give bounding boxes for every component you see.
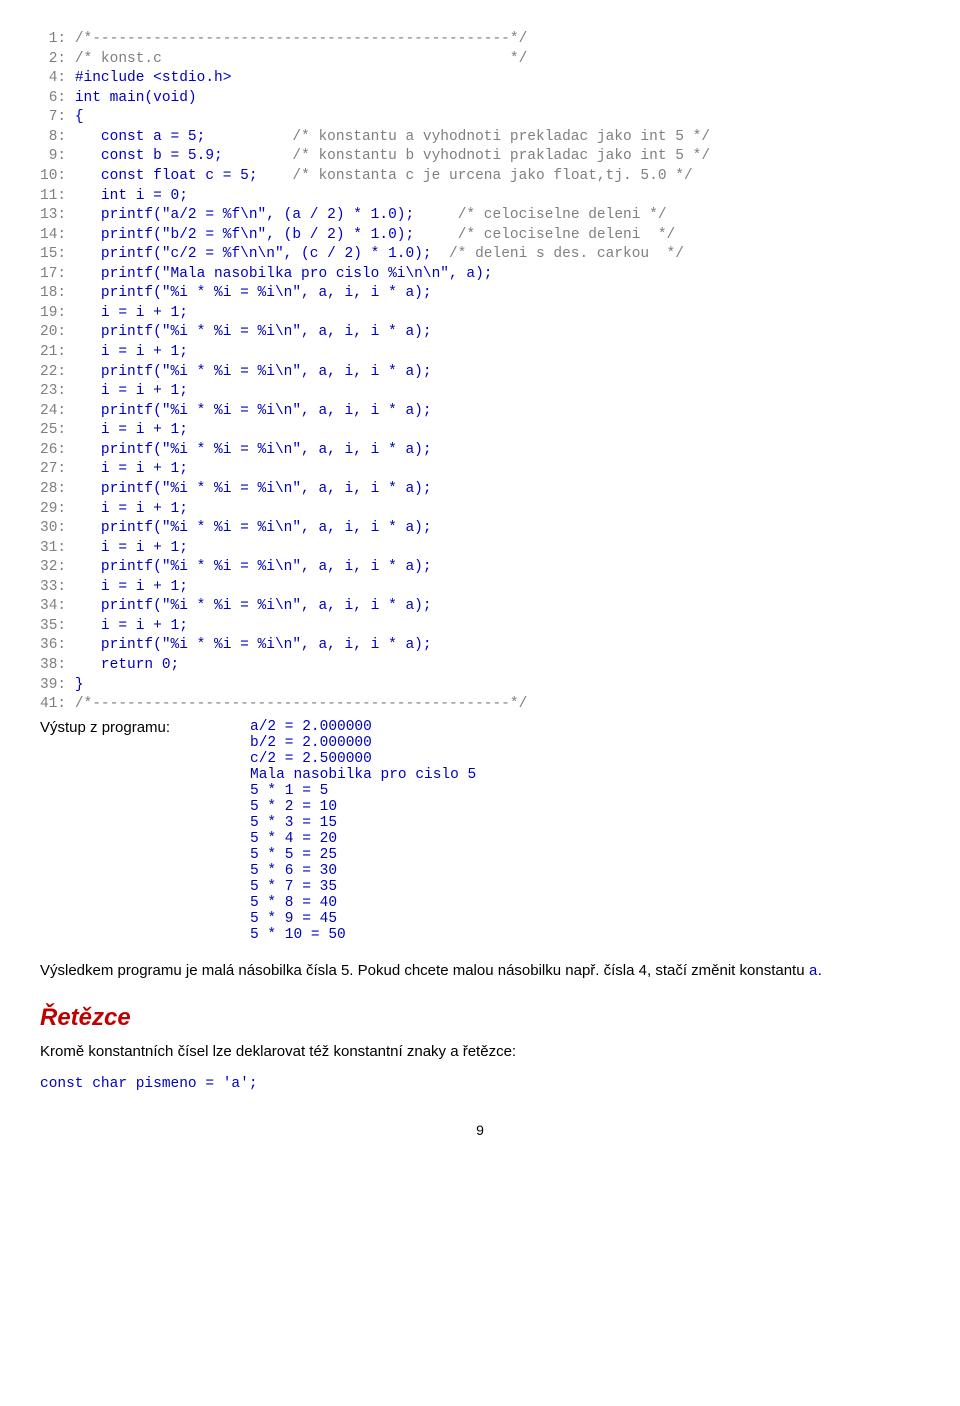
result-text-post: .	[818, 962, 822, 979]
output-label: Výstup z programu:	[40, 719, 250, 736]
result-text-pre: Výsledkem programu je malá násobilka čís…	[40, 962, 809, 979]
source-code-listing: 1: /*-----------------------------------…	[40, 30, 920, 715]
result-paragraph: Výsledkem programu je malá násobilka čís…	[40, 961, 920, 982]
const-char-declaration: const char pismeno = 'a';	[40, 1076, 920, 1092]
section-heading-retezce: Řetězce	[40, 1004, 920, 1032]
page-number: 9	[40, 1122, 920, 1138]
strings-paragraph: Kromě konstantních čísel lze deklarovat …	[40, 1042, 920, 1062]
program-output-block: Výstup z programu: a/2 = 2.000000 b/2 = …	[40, 719, 920, 943]
constant-a-ref: a	[809, 963, 818, 980]
output-lines: a/2 = 2.000000 b/2 = 2.000000 c/2 = 2.50…	[250, 719, 476, 943]
